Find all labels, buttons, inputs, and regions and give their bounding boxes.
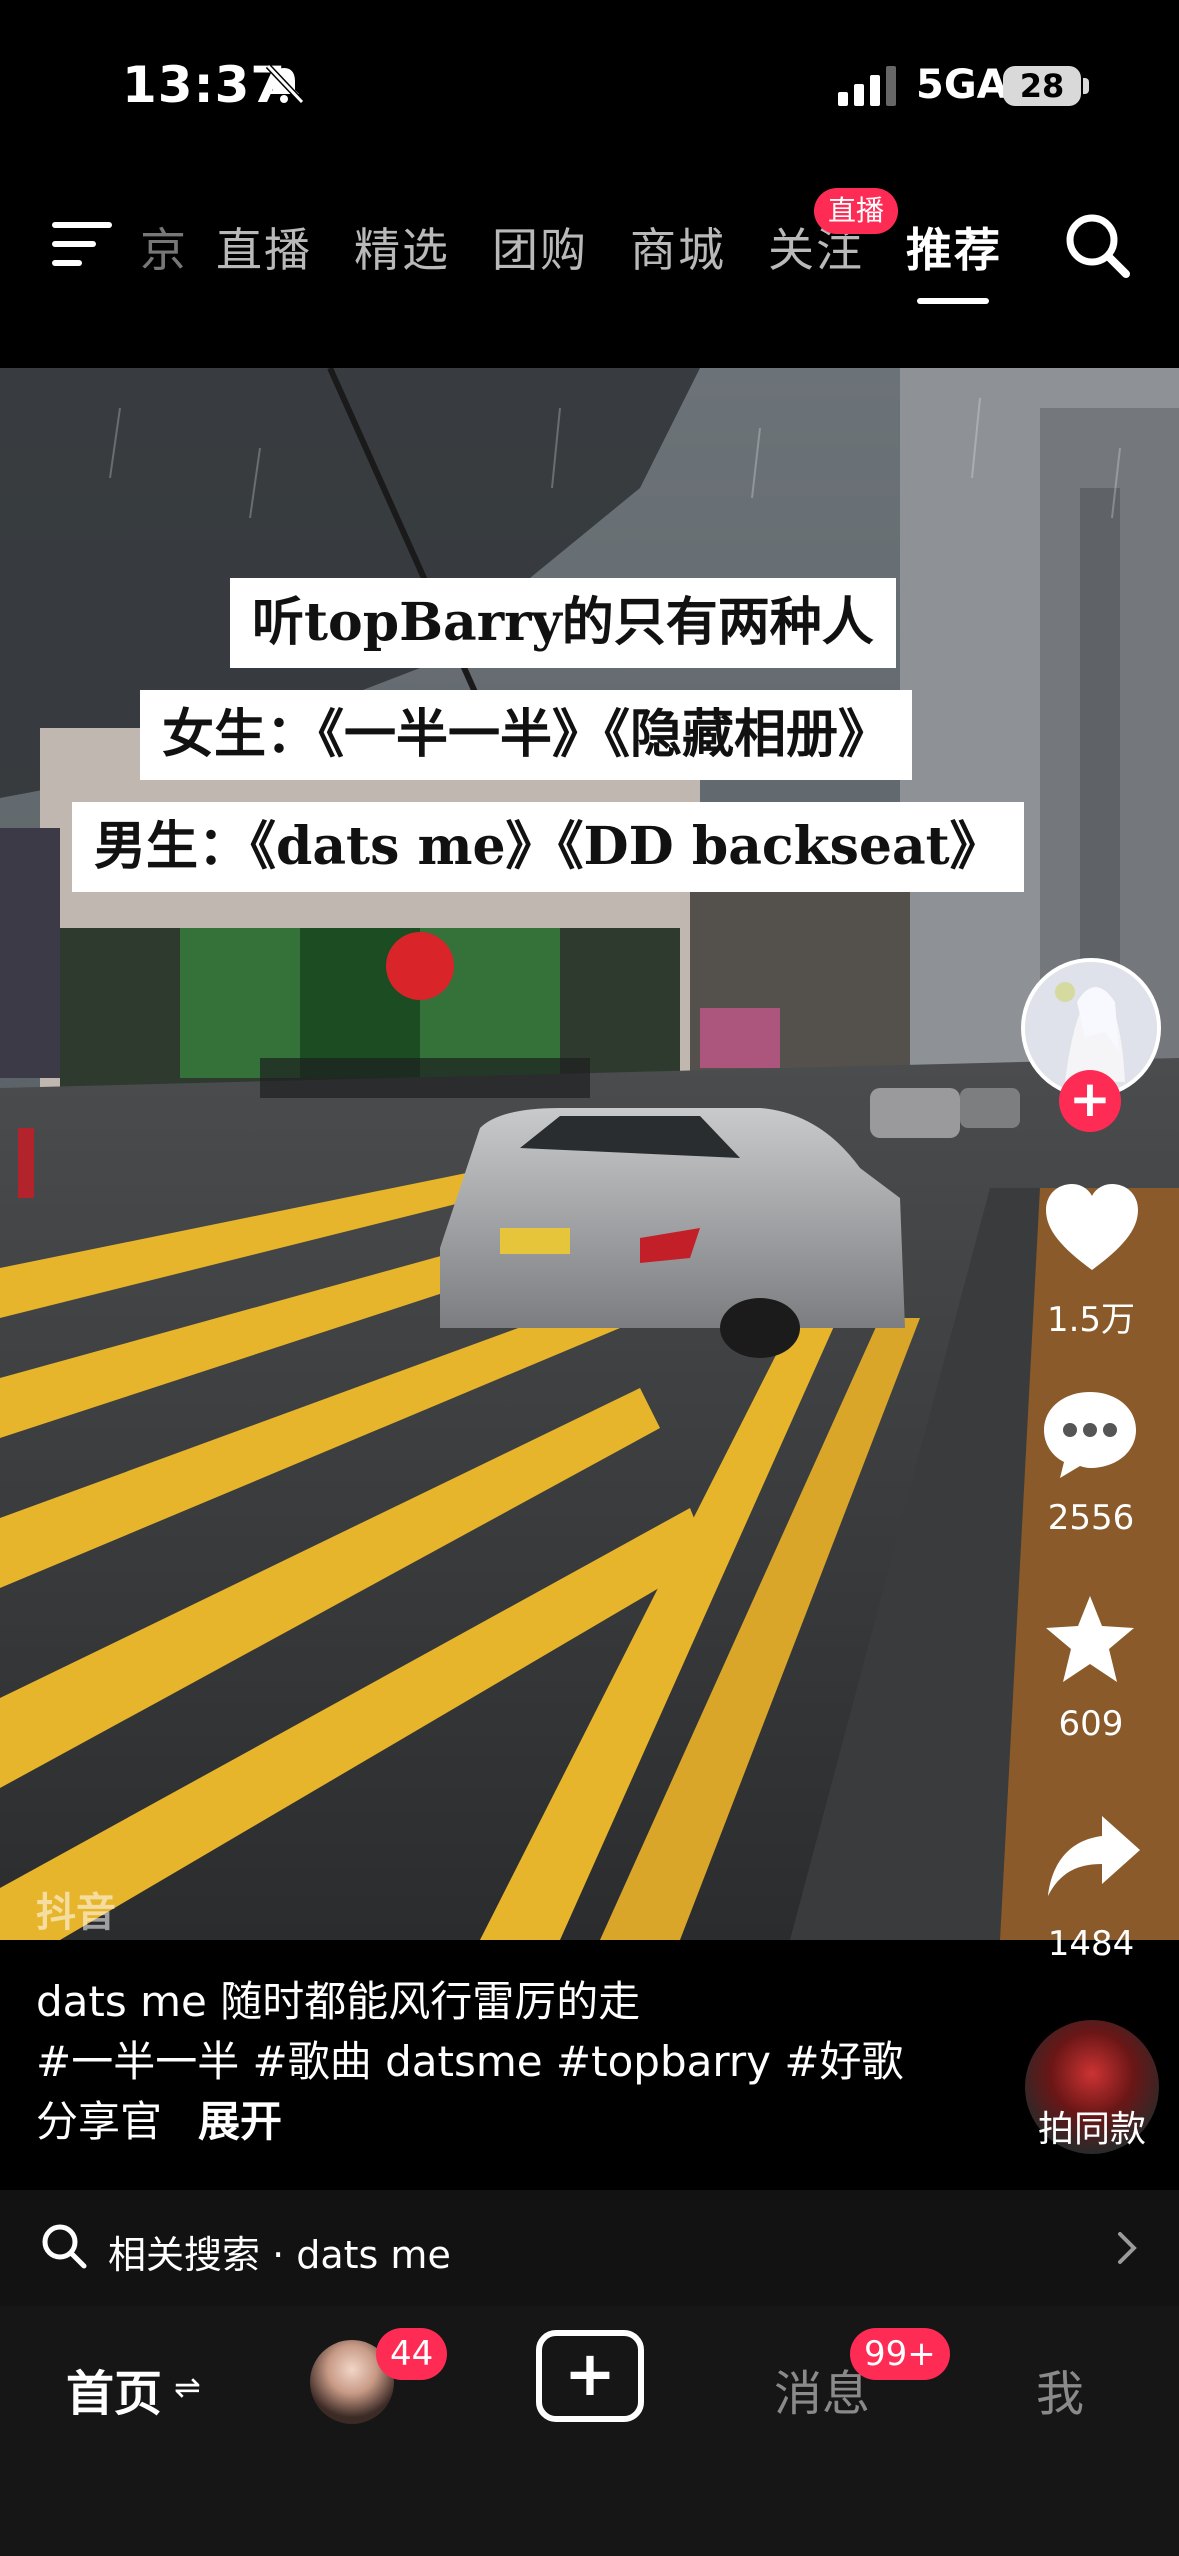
hashtag-continued[interactable]: 分享官 [36,2092,162,2152]
favorite-count: 609 [1058,1704,1124,1744]
like-count: 1.5万 [1046,1300,1136,1340]
friends-badge: 44 [376,2328,448,2380]
favorite-star-icon[interactable] [1040,1592,1140,1688]
active-tab-indicator [917,298,989,304]
chevron-right-icon[interactable] [1112,2228,1142,2268]
share-count: 1484 [1047,1924,1135,1964]
search-icon[interactable] [1062,210,1132,280]
like-icon[interactable] [1042,1180,1142,1276]
related-search-label[interactable]: 相关搜索 · dats me [108,2224,451,2279]
watermark: 抖音 [36,1890,116,1936]
signal-icon [838,66,896,106]
battery-indicator: 28 [1003,66,1081,106]
tab-mall[interactable]: 商城 [630,214,726,280]
share-icon[interactable] [1044,1810,1144,1906]
video-caption-line-1: 听topBarry的只有两种人 [230,578,896,668]
search-icon-small [42,2224,87,2269]
comment-count: 2556 [1047,1498,1135,1538]
expand-link[interactable]: 展开 [198,2092,282,2152]
tab-recommended[interactable]: 推荐 [906,214,1002,280]
tab-featured[interactable]: 精选 [354,214,450,280]
video-caption-line-3: 男生：《dats me》《DD backseat》 [72,802,1024,892]
tab-group-buy[interactable]: 团购 [492,214,588,280]
live-badge: 直播 [814,188,899,234]
nav-me[interactable]: 我 [1036,2354,1084,2424]
tab-live[interactable]: 直播 [216,214,312,280]
bell-muted-icon [265,63,305,105]
video-title: dats me 随时都能风行雷厉的走 [36,1977,641,2026]
messages-badge: 99+ [850,2328,950,2380]
video-caption-line-2: 女生：《一半一半》《隐藏相册》 [140,690,913,780]
feed-switch-icon[interactable]: ⇌ [174,2368,201,2406]
menu-icon[interactable] [52,220,116,268]
hashtags[interactable]: #一半一半 #歌曲 datsme #topbarry #好歌 [36,2032,904,2092]
tab-partial[interactable]: 京 [140,214,188,280]
same-style-label[interactable]: 拍同款 [1012,2100,1172,2152]
nav-home[interactable]: 首页 [66,2354,162,2424]
comment-icon[interactable] [1040,1386,1140,1482]
create-button[interactable]: + [536,2330,644,2422]
follow-button[interactable]: + [1059,1070,1121,1132]
network-type: 5GA [916,62,1008,108]
battery-tip [1083,78,1089,94]
